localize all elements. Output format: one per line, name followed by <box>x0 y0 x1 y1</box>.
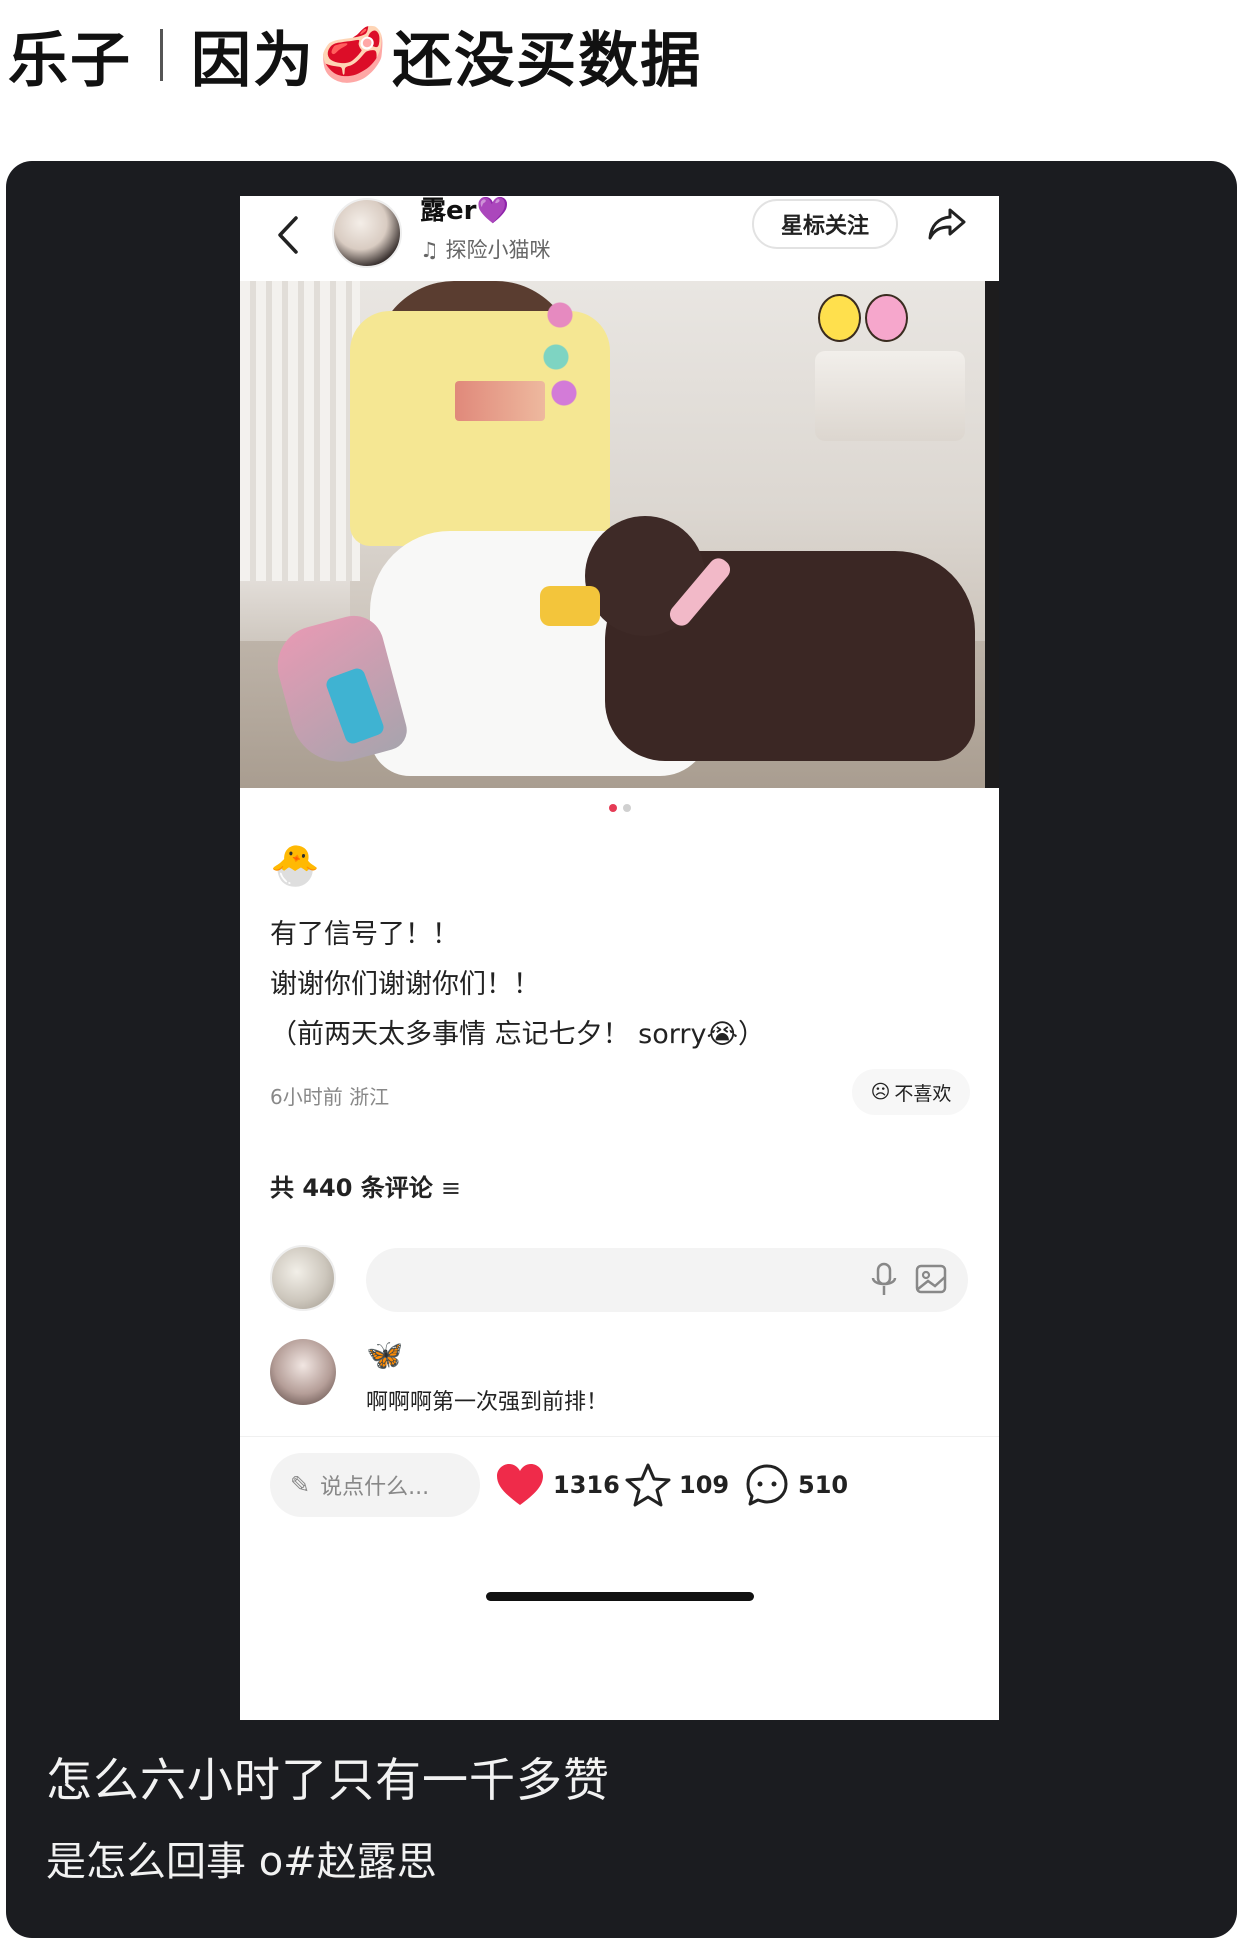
star-keychain <box>540 291 580 411</box>
dislike-label: 不喜欢 <box>894 1082 952 1105</box>
butterfly-icon: 🦋 <box>366 1338 404 1373</box>
music-tag[interactable]: ♫ 探险小猫咪 <box>420 234 551 264</box>
like-button[interactable]: 1316 <box>495 1457 620 1513</box>
comment-input-placeholder <box>392 1265 399 1290</box>
sort-icon[interactable]: ≡ <box>441 1174 461 1202</box>
post-text-line-3: （前两天太多事情 忘记七夕！ sorry😭） <box>270 1019 766 1050</box>
title-divider <box>160 29 163 81</box>
star-icon <box>625 1463 671 1507</box>
comment-count-number: 510 <box>798 1471 849 1499</box>
post-meta: 6小时前 浙江 <box>270 1085 390 1109</box>
microphone-icon[interactable] <box>870 1262 898 1298</box>
author-name-text: 露er <box>420 196 477 226</box>
title-right-after: 还没买数据 <box>392 25 703 96</box>
title-right-before: 因为 <box>191 25 315 96</box>
post-text-line-1: 有了信号了！！ <box>270 919 459 950</box>
caption-line-1: 怎么六小时了只有一千多赞 <box>46 1753 610 1807</box>
caption-line-2: 是怎么回事 o#赵露思 <box>46 1839 437 1885</box>
dark-card: 露er💜 ♫ 探险小猫咪 星标关注 ◀ <box>6 161 1237 1938</box>
pink-rabbit-sticker <box>865 294 908 342</box>
purple-heart-icon: 💜 <box>476 196 509 226</box>
curtain <box>240 281 360 581</box>
phone-screenshot: 露er💜 ♫ 探险小猫咪 星标关注 ◀ <box>240 196 999 1720</box>
back-arrow-icon[interactable] <box>270 210 304 260</box>
shirt-print <box>455 381 545 421</box>
bear-stickers <box>818 294 908 364</box>
page-dot-1 <box>608 804 617 812</box>
favorite-button[interactable]: 109 <box>625 1457 729 1513</box>
home-indicator <box>486 1592 754 1601</box>
page-indicator <box>240 788 999 828</box>
yellow-bear-sticker <box>818 294 861 342</box>
commenter-avatar[interactable] <box>270 1339 336 1405</box>
comment-button[interactable]: 510 <box>744 1457 848 1513</box>
comment-bubble-icon <box>746 1464 788 1506</box>
comment-count: 共 440 条评论 ≡ <box>270 1168 461 1203</box>
action-bar: ✎ 说点什么... 1316 109 510 <box>240 1436 999 1531</box>
say-something-placeholder: 说点什么... <box>320 1475 430 1500</box>
top-title: 乐子 因为 🥩 还没买数据 <box>8 12 702 99</box>
post-header: 露er💜 ♫ 探险小猫咪 星标关注 <box>240 196 999 281</box>
image-icon[interactable] <box>914 1262 948 1296</box>
title-left: 乐子 <box>8 25 132 96</box>
my-avatar <box>270 1245 336 1311</box>
chick-emoji: 🐣 <box>270 843 320 889</box>
pencil-icon: ✎ <box>290 1471 311 1499</box>
page-dot-2 <box>622 804 631 812</box>
post-text-line-2: 谢谢你们谢谢你们！！ <box>270 969 540 1000</box>
frown-icon: ☹ <box>870 1081 891 1103</box>
meat-icon: 🥩 <box>319 23 389 86</box>
comment-count-label: 共 440 条评论 <box>270 1174 433 1202</box>
say-something-input[interactable]: ✎ 说点什么... <box>270 1453 480 1517</box>
dog-toy <box>540 586 600 626</box>
like-count: 1316 <box>553 1471 620 1499</box>
share-icon[interactable] <box>924 202 970 246</box>
top-header: 乐子 因为 🥩 还没买数据 <box>0 0 1243 110</box>
author-avatar[interactable] <box>332 198 402 268</box>
sofa <box>815 351 965 441</box>
favorite-count: 109 <box>679 1471 730 1499</box>
author-name[interactable]: 露er💜 <box>420 196 509 227</box>
follow-button[interactable]: 星标关注 <box>752 199 898 249</box>
heart-icon <box>497 1464 543 1505</box>
dislike-button[interactable]: ☹ 不喜欢 <box>852 1069 970 1115</box>
comment-text: 啊啊啊第一次强到前排！ <box>366 1390 609 1415</box>
mirror-frame <box>985 281 999 788</box>
comment-input[interactable] <box>366 1248 968 1312</box>
